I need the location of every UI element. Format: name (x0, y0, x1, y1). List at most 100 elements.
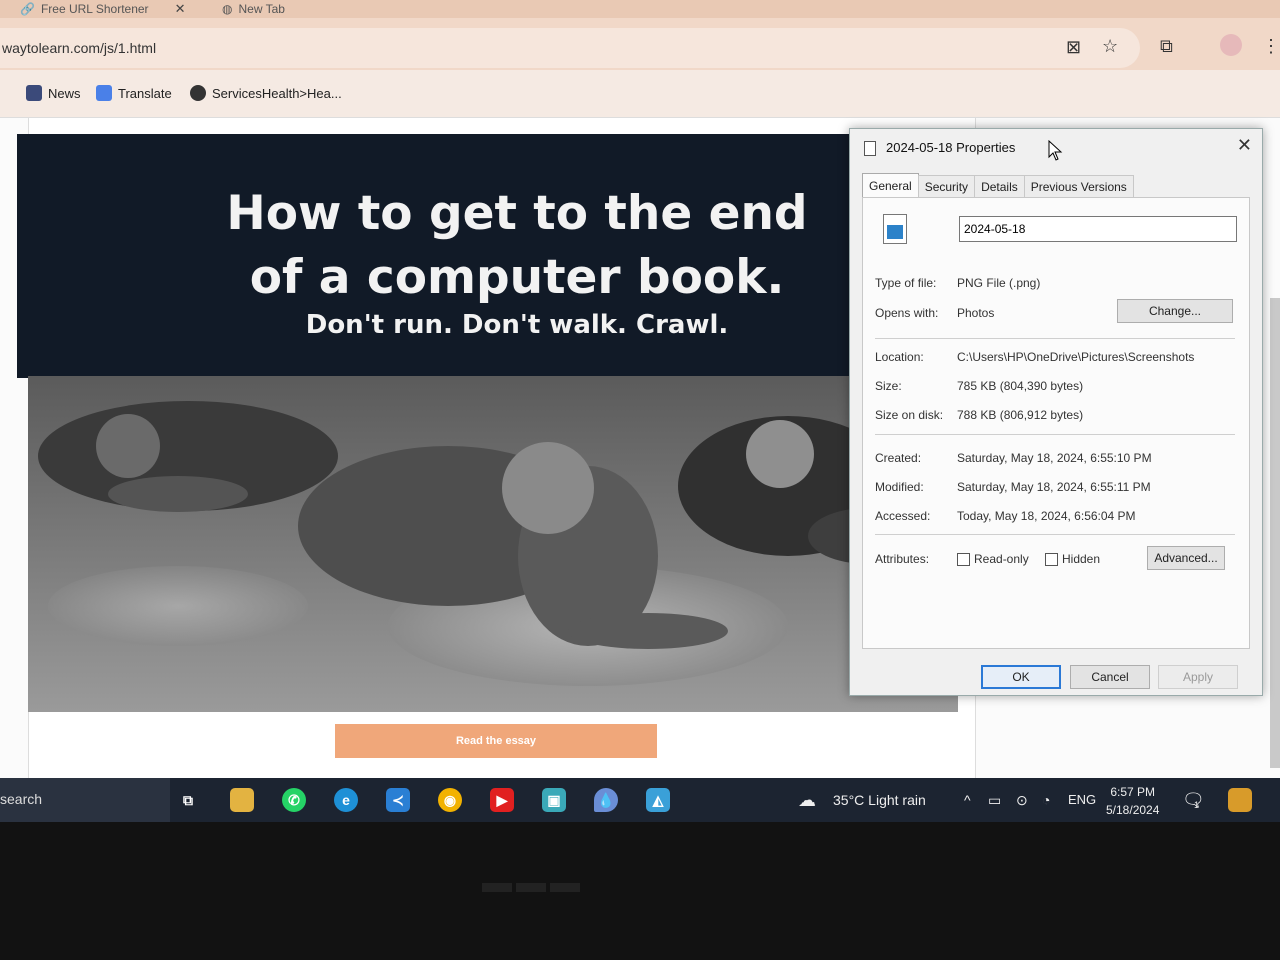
tab-previous-versions[interactable]: Previous Versions (1023, 175, 1134, 197)
checkbox-box[interactable] (1045, 552, 1058, 566)
size-value: 785 KB (804,390 bytes) (957, 379, 1084, 393)
accessed-label: Accessed: (875, 509, 931, 523)
ok-button[interactable]: OK (981, 665, 1061, 689)
file-explorer-icon[interactable] (230, 788, 254, 812)
clock-time: 6:57 PM (1110, 785, 1156, 799)
hidden-label: Hidden (1062, 552, 1101, 566)
tab-url-shortener[interactable]: 🔗 Free URL Shortener ✕ (20, 0, 185, 18)
tab-details[interactable]: Details (974, 175, 1025, 197)
apply-button[interactable]: Apply (1158, 665, 1238, 689)
hero-banner: How to get to the end of a computer book… (17, 134, 853, 378)
url-text: waytolearn.com/js/1.html (2, 40, 157, 56)
language-indicator[interactable]: ENG (1068, 792, 1096, 807)
mud-crawl-photo (28, 376, 958, 712)
location-label: Location: (875, 350, 924, 364)
tab-strip: 🔗 Free URL Shortener ✕ ◍ New Tab (0, 0, 1280, 18)
edge-icon[interactable]: e (334, 788, 358, 812)
created-label: Created: (875, 451, 922, 465)
clock-date: 5/18/2024 (1106, 803, 1160, 817)
hero-subtitle: Don't run. Don't walk. Crawl. (305, 310, 729, 340)
address-bar[interactable]: waytolearn.com/js/1.html ⊠ ☆ (0, 28, 1140, 68)
opens-with-value: Photos (957, 306, 995, 320)
extensions-icon[interactable]: ⧉ (1160, 36, 1173, 57)
vscode-icon[interactable]: ≺ (386, 788, 410, 812)
photos-icon[interactable]: ◭ (646, 788, 670, 812)
hidden-checkbox[interactable]: Hidden (1045, 552, 1100, 566)
task-view-icon[interactable]: ⧉ (176, 788, 200, 812)
tab-security[interactable]: Security (917, 175, 976, 197)
divider (875, 338, 1235, 339)
bookmark-label: News (48, 85, 81, 101)
app-tray-icon[interactable] (1228, 788, 1252, 812)
change-button[interactable]: Change... (1117, 299, 1233, 323)
opens-with-label: Opens with: (875, 306, 939, 320)
read-essay-button[interactable]: Read the essay (335, 724, 657, 758)
link-icon: 🔗 (20, 2, 35, 16)
translate-icon (96, 85, 112, 101)
tab-new-tab[interactable]: ◍ New Tab (222, 0, 285, 18)
general-panel: Type of file: PNG File (.png) Opens with… (862, 197, 1250, 649)
read-only-label: Read-only (974, 552, 1029, 566)
brand-logo: ▬▬▬ (482, 866, 584, 899)
wifi-icon[interactable]: ◔ (1042, 792, 1050, 808)
battery-icon[interactable]: ▭ (988, 792, 1001, 809)
attributes-label: Attributes: (875, 552, 930, 566)
laptop-bezel: ▬▬▬ (0, 822, 1280, 960)
mouse-cursor-icon (1048, 140, 1063, 161)
weather-cloud-icon[interactable]: ☁ (798, 790, 816, 811)
advanced-button[interactable]: Advanced... (1147, 546, 1225, 570)
page-scrollbar[interactable] (1270, 298, 1280, 768)
type-label: Type of file: (875, 276, 937, 290)
png-file-icon (883, 214, 907, 244)
hero-title: How to get to the end of a computer book… (226, 186, 808, 305)
dialog-tabs: General Security Details Previous Versio… (862, 173, 1134, 197)
taskbar: search ⧉ ✆ e ≺ ◉ ▶ ▣ 💧 ◭ ☁ 35°C Light ra… (0, 778, 1280, 822)
search-label: search (0, 791, 43, 807)
image-viewer-icon[interactable]: ▣ (542, 788, 566, 812)
clock[interactable]: 6:57 PM 5/18/2024 (1106, 783, 1159, 819)
whatsapp-icon[interactable]: ✆ (282, 788, 306, 812)
divider (875, 534, 1235, 535)
search-box[interactable]: search (0, 778, 170, 822)
profile-avatar[interactable] (1220, 34, 1242, 56)
bookmarks-bar: News Translate ServicesHealth>Hea... (0, 70, 1280, 118)
microphone-icon[interactable]: ⊙ (1016, 792, 1028, 809)
bookmark-label: Translate (118, 85, 172, 101)
weather-text[interactable]: 35°C Light rain (833, 792, 926, 808)
bookmark-label: ServicesHealth>Hea... (212, 85, 342, 101)
bookmark-services-health[interactable]: ServicesHealth>Hea... (190, 85, 342, 101)
file-name-input[interactable] (959, 216, 1237, 242)
type-value: PNG File (.png) (957, 276, 1041, 290)
bookmark-star-icon[interactable]: ☆ (1102, 36, 1118, 57)
close-icon[interactable]: ✕ (1237, 135, 1252, 156)
close-icon[interactable]: ✕ (175, 1, 186, 17)
news-icon (26, 85, 42, 101)
cancel-button[interactable]: Cancel (1070, 665, 1150, 689)
read-only-checkbox[interactable]: Read-only (957, 552, 1029, 566)
youtube-icon[interactable]: ▶ (490, 788, 514, 812)
properties-dialog: 2024-05-18 Properties ✕ General Security… (849, 128, 1263, 696)
more-menu-icon[interactable]: ⋮ (1262, 36, 1280, 57)
divider (875, 434, 1235, 435)
created-value: Saturday, May 18, 2024, 6:55:10 PM (957, 451, 1152, 465)
bookmark-translate[interactable]: Translate (96, 85, 172, 101)
size-on-disk-value: 788 KB (806,912 bytes) (957, 408, 1084, 422)
accessed-value: Today, May 18, 2024, 6:56:04 PM (957, 509, 1136, 523)
modified-value: Saturday, May 18, 2024, 6:55:11 PM (957, 480, 1151, 494)
chrome-icon[interactable]: ◉ (438, 788, 462, 812)
modified-label: Modified: (875, 480, 924, 494)
location-value: C:\Users\HP\OneDrive\Pictures\Screenshot… (957, 350, 1195, 364)
tab-label: Free URL Shortener (40, 2, 149, 16)
globe-icon (190, 85, 206, 101)
size-label: Size: (875, 379, 902, 393)
tab-general[interactable]: General (862, 173, 919, 197)
tab-label: New Tab (238, 2, 285, 16)
browser-toolbar: waytolearn.com/js/1.html ⊠ ☆ ⧉ ⋮ (0, 18, 1280, 70)
bookmark-news[interactable]: News (26, 85, 81, 101)
droplet-icon[interactable]: 💧 (594, 788, 618, 812)
show-hidden-icons-icon[interactable]: ^ (964, 792, 971, 808)
checkbox-box[interactable] (957, 552, 970, 566)
camera-off-icon[interactable]: ⊠ (1066, 37, 1081, 58)
notification-count: 1 (1194, 800, 1200, 810)
globe-icon: ◍ (222, 2, 233, 16)
